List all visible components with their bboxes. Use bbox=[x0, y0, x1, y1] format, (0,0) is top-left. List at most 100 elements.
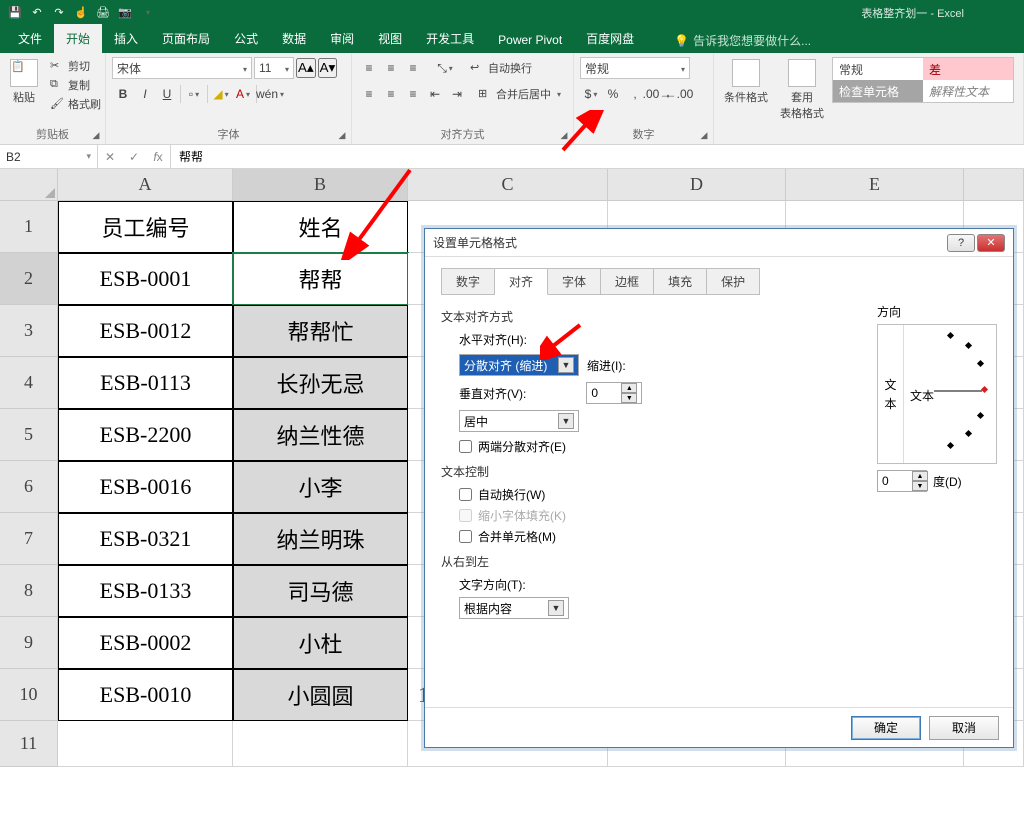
align-right-button[interactable]: ≡ bbox=[402, 83, 424, 105]
cell-B9[interactable]: 小杜 bbox=[233, 617, 408, 669]
cell-B3[interactable]: 帮帮忙 bbox=[233, 305, 408, 357]
phonetic-button[interactable]: wén bbox=[259, 83, 281, 105]
row-header-2[interactable]: 2 bbox=[0, 253, 58, 305]
fx-icon[interactable]: fx bbox=[146, 150, 170, 164]
cancel-button[interactable]: 取消 bbox=[929, 716, 999, 740]
increase-indent-button[interactable]: ⇥ bbox=[446, 83, 468, 105]
dialog-close-button[interactable]: ✕ bbox=[977, 234, 1005, 252]
cell-B8[interactable]: 司马德 bbox=[233, 565, 408, 617]
align-bottom-button[interactable]: ≡ bbox=[402, 57, 424, 79]
spin-down-icon[interactable]: ▼ bbox=[912, 481, 928, 491]
cell-styles-gallery[interactable]: 常规 差 检查单元格 解释性文本 bbox=[832, 57, 1014, 103]
undo-icon[interactable]: ↶ bbox=[28, 4, 46, 22]
dlg-tab-number[interactable]: 数字 bbox=[441, 268, 495, 295]
row-header-6[interactable]: 6 bbox=[0, 461, 58, 513]
degree-spinner[interactable]: ▲▼ bbox=[877, 470, 927, 492]
border-button[interactable]: ▫ bbox=[183, 83, 205, 105]
tab-developer[interactable]: 开发工具 bbox=[414, 24, 486, 53]
number-format-combo[interactable]: 常规 bbox=[580, 57, 690, 79]
orientation-dial[interactable]: 文本 bbox=[904, 325, 996, 463]
enter-edit-icon[interactable]: ✓ bbox=[122, 150, 146, 164]
dlg-tab-border[interactable]: 边框 bbox=[601, 268, 654, 295]
cut-button[interactable]: ✂剪切 bbox=[46, 57, 105, 75]
save-icon[interactable]: 💾 bbox=[6, 4, 24, 22]
indent-spinner[interactable]: ▲▼ bbox=[586, 382, 642, 404]
cell-A5[interactable]: ESB-2200 bbox=[58, 409, 233, 461]
touch-mode-icon[interactable]: ☝ bbox=[72, 4, 90, 22]
row-header-1[interactable]: 1 bbox=[0, 201, 58, 253]
dlg-tab-align[interactable]: 对齐 bbox=[495, 268, 548, 295]
select-all-corner[interactable] bbox=[0, 169, 58, 201]
qat-more-icon[interactable] bbox=[138, 4, 156, 22]
style-bad[interactable]: 差 bbox=[923, 58, 1013, 80]
align-top-button[interactable]: ≡ bbox=[358, 57, 380, 79]
cell-B2[interactable]: 帮帮 bbox=[233, 253, 408, 305]
font-launcher[interactable]: ◢ bbox=[335, 128, 349, 142]
camera-icon[interactable]: 📷 bbox=[116, 4, 134, 22]
dialog-titlebar[interactable]: 设置单元格格式 ? ✕ bbox=[425, 229, 1013, 257]
conditional-format-button[interactable]: 条件格式 bbox=[720, 57, 772, 107]
row-header-3[interactable]: 3 bbox=[0, 305, 58, 357]
cell-A9[interactable]: ESB-0002 bbox=[58, 617, 233, 669]
col-header-C[interactable]: C bbox=[408, 169, 608, 201]
tell-me[interactable]: 💡 告诉我您想要做什么... bbox=[666, 28, 819, 53]
col-header-F[interactable] bbox=[964, 169, 1024, 201]
tab-home[interactable]: 开始 bbox=[54, 24, 102, 53]
tab-review[interactable]: 审阅 bbox=[318, 24, 366, 53]
copy-button[interactable]: ⧉复制 bbox=[46, 76, 105, 94]
percent-button[interactable]: % bbox=[602, 83, 624, 105]
align-center-button[interactable]: ≡ bbox=[380, 83, 402, 105]
dialog-help-button[interactable]: ? bbox=[947, 234, 975, 252]
print-preview-icon[interactable]: 🖨 bbox=[94, 4, 112, 22]
cell-B7[interactable]: 纳兰明珠 bbox=[233, 513, 408, 565]
spin-up-icon[interactable]: ▲ bbox=[912, 471, 928, 481]
text-direction-combo[interactable]: 根据内容▼ bbox=[459, 597, 569, 619]
cell-A10[interactable]: ESB-0010 bbox=[58, 669, 233, 721]
tab-powerpivot[interactable]: Power Pivot bbox=[486, 27, 574, 53]
tab-formulas[interactable]: 公式 bbox=[222, 24, 270, 53]
cell-A11[interactable] bbox=[58, 721, 233, 767]
cancel-edit-icon[interactable]: ✕ bbox=[98, 150, 122, 164]
name-box[interactable]: B2▾ bbox=[0, 145, 98, 168]
tab-insert[interactable]: 插入 bbox=[102, 24, 150, 53]
paste-button[interactable]: 📋 粘贴 bbox=[6, 57, 42, 107]
spin-down-icon[interactable]: ▼ bbox=[621, 393, 637, 403]
format-painter-button[interactable]: 🖌格式刷 bbox=[46, 95, 105, 113]
indent-value[interactable] bbox=[587, 386, 621, 400]
bold-button[interactable]: B bbox=[112, 83, 134, 105]
col-header-E[interactable]: E bbox=[786, 169, 964, 201]
merge-center-button[interactable]: ⊞合并后居中 bbox=[474, 85, 565, 103]
row-header-5[interactable]: 5 bbox=[0, 409, 58, 461]
cell-A4[interactable]: ESB-0113 bbox=[58, 357, 233, 409]
decrease-indent-button[interactable]: ⇤ bbox=[424, 83, 446, 105]
cell-A8[interactable]: ESB-0133 bbox=[58, 565, 233, 617]
tab-view[interactable]: 视图 bbox=[366, 24, 414, 53]
redo-icon[interactable]: ↷ bbox=[50, 4, 68, 22]
row-header-7[interactable]: 7 bbox=[0, 513, 58, 565]
fill-color-button[interactable]: ◢ bbox=[210, 83, 232, 105]
style-explain[interactable]: 解释性文本 bbox=[923, 80, 1013, 102]
dlg-tab-font[interactable]: 字体 bbox=[548, 268, 601, 295]
number-launcher[interactable]: ◢ bbox=[697, 128, 711, 142]
format-as-table-button[interactable]: 套用 表格格式 bbox=[776, 57, 828, 123]
v-align-combo[interactable]: 居中▼ bbox=[459, 410, 579, 432]
dlg-tab-fill[interactable]: 填充 bbox=[654, 268, 707, 295]
wrap-text-checkbox[interactable] bbox=[459, 488, 472, 501]
style-normal[interactable]: 常规 bbox=[833, 58, 923, 80]
col-header-D[interactable]: D bbox=[608, 169, 786, 201]
cell-A3[interactable]: ESB-0012 bbox=[58, 305, 233, 357]
font-size-combo[interactable]: 11 bbox=[254, 57, 294, 79]
tab-data[interactable]: 数据 bbox=[270, 24, 318, 53]
spin-up-icon[interactable]: ▲ bbox=[621, 383, 637, 393]
orientation-button[interactable]: ⤡ bbox=[434, 57, 456, 79]
accounting-format-button[interactable]: $ bbox=[580, 83, 602, 105]
cell-A6[interactable]: ESB-0016 bbox=[58, 461, 233, 513]
orientation-vertical-button[interactable]: 文 本 bbox=[878, 325, 904, 463]
cell-A1[interactable]: 员工编号 bbox=[58, 201, 233, 253]
underline-button[interactable]: U bbox=[156, 83, 178, 105]
italic-button[interactable]: I bbox=[134, 83, 156, 105]
tab-file[interactable]: 文件 bbox=[6, 24, 54, 53]
clipboard-launcher[interactable]: ◢ bbox=[89, 128, 103, 142]
cell-A2[interactable]: ESB-0001 bbox=[58, 253, 233, 305]
cell-B10[interactable]: 小圆圆 bbox=[233, 669, 408, 721]
